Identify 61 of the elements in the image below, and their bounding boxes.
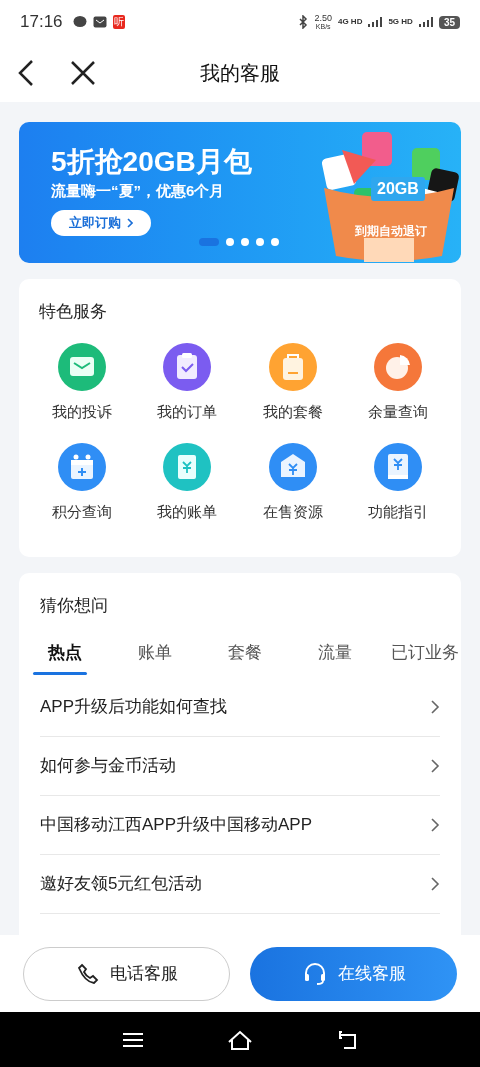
question-row[interactable]: 中国移动江西APP升级中国移动APP (40, 795, 440, 855)
network-speed: 2.50 (314, 14, 332, 23)
status-time: 17:16 (20, 11, 63, 34)
service-label[interactable]: 我的投诉 (51, 400, 112, 423)
category-tab[interactable]: 流量 (290, 630, 380, 675)
chevron-right-icon (127, 218, 133, 228)
category-tab[interactable]: 热点 (20, 630, 110, 675)
signal-icon (418, 17, 433, 27)
category-tab[interactable]: 账单 (110, 630, 200, 675)
data-pack-badge: 20GB (371, 177, 425, 201)
order-now-button[interactable]: 立即订购 (51, 210, 151, 236)
chevron-right-icon (430, 698, 440, 715)
section-title: 猜你想问 (40, 595, 109, 617)
service-label[interactable]: 余量查询 (368, 400, 429, 423)
service-label[interactable]: 我的订单 (157, 400, 218, 423)
question-text: 中国移动江西APP升级中国移动APP (40, 813, 313, 836)
section-title: 特色服务 (38, 301, 108, 323)
promo-banner[interactable]: 5折抢20GB月包 流量嗨一“夏”，优惠6个月 立即订购 20GB 到期自动退订 (19, 122, 461, 263)
page-title: 我的客服 (200, 61, 280, 86)
signal-label: 5G HD (388, 16, 413, 28)
basket-label: 到期自动退订 (355, 223, 427, 240)
chevron-right-icon (430, 875, 440, 892)
service-label[interactable]: 在售资源 (262, 501, 323, 524)
book-icon[interactable] (374, 443, 423, 491)
online-service-button[interactable]: 在线客服 (250, 946, 457, 1001)
banner-subline: 流量嗨一“夏”，优惠6个月 (51, 181, 226, 201)
notification-badge: 听 (112, 15, 125, 29)
service-label[interactable]: 我的账单 (157, 501, 218, 524)
bag-icon[interactable] (268, 342, 317, 391)
question-text: APP升级后功能如何查找 (40, 695, 228, 718)
bill-icon[interactable] (163, 443, 212, 491)
service-label[interactable]: 功能指引 (368, 501, 429, 524)
question-row[interactable]: 如何参与金币活动 (40, 736, 440, 796)
question-text: 如何参与金币活动 (40, 754, 176, 777)
chevron-right-icon (430, 757, 440, 774)
back-icon[interactable] (16, 59, 36, 87)
question-row[interactable]: 邀好友领5元红包活动 (40, 854, 440, 914)
clipboard-icon[interactable] (163, 342, 212, 391)
phone-icon (75, 961, 100, 986)
tab-underline (33, 671, 87, 675)
signal-icon (368, 17, 383, 27)
question-row[interactable]: APP升级后功能如何查找 (40, 677, 440, 737)
pie-icon[interactable] (374, 342, 423, 391)
mail-icon (92, 15, 107, 29)
close-icon[interactable] (70, 60, 96, 86)
category-tab[interactable]: 套餐 (200, 630, 290, 675)
phone-service-button[interactable]: 电话客服 (23, 946, 230, 1001)
signal-label: 4G HD (337, 16, 363, 28)
category-tab[interactable]: 已订业务 (380, 630, 470, 675)
menu-icon[interactable] (121, 1031, 144, 1048)
bluetooth-icon (298, 15, 309, 29)
service-label[interactable]: 积分查询 (51, 501, 112, 524)
battery-indicator: 35 (438, 15, 460, 29)
question-text: 邀好友领5元红包活动 (40, 872, 203, 895)
back-icon[interactable] (336, 1029, 359, 1050)
mail-icon[interactable] (57, 342, 106, 391)
message-icon (72, 15, 87, 29)
service-label[interactable]: 我的套餐 (262, 400, 323, 423)
banner-headline: 5折抢20GB月包 (51, 145, 252, 179)
home-icon[interactable] (227, 1029, 253, 1050)
chevron-right-icon (430, 816, 440, 833)
